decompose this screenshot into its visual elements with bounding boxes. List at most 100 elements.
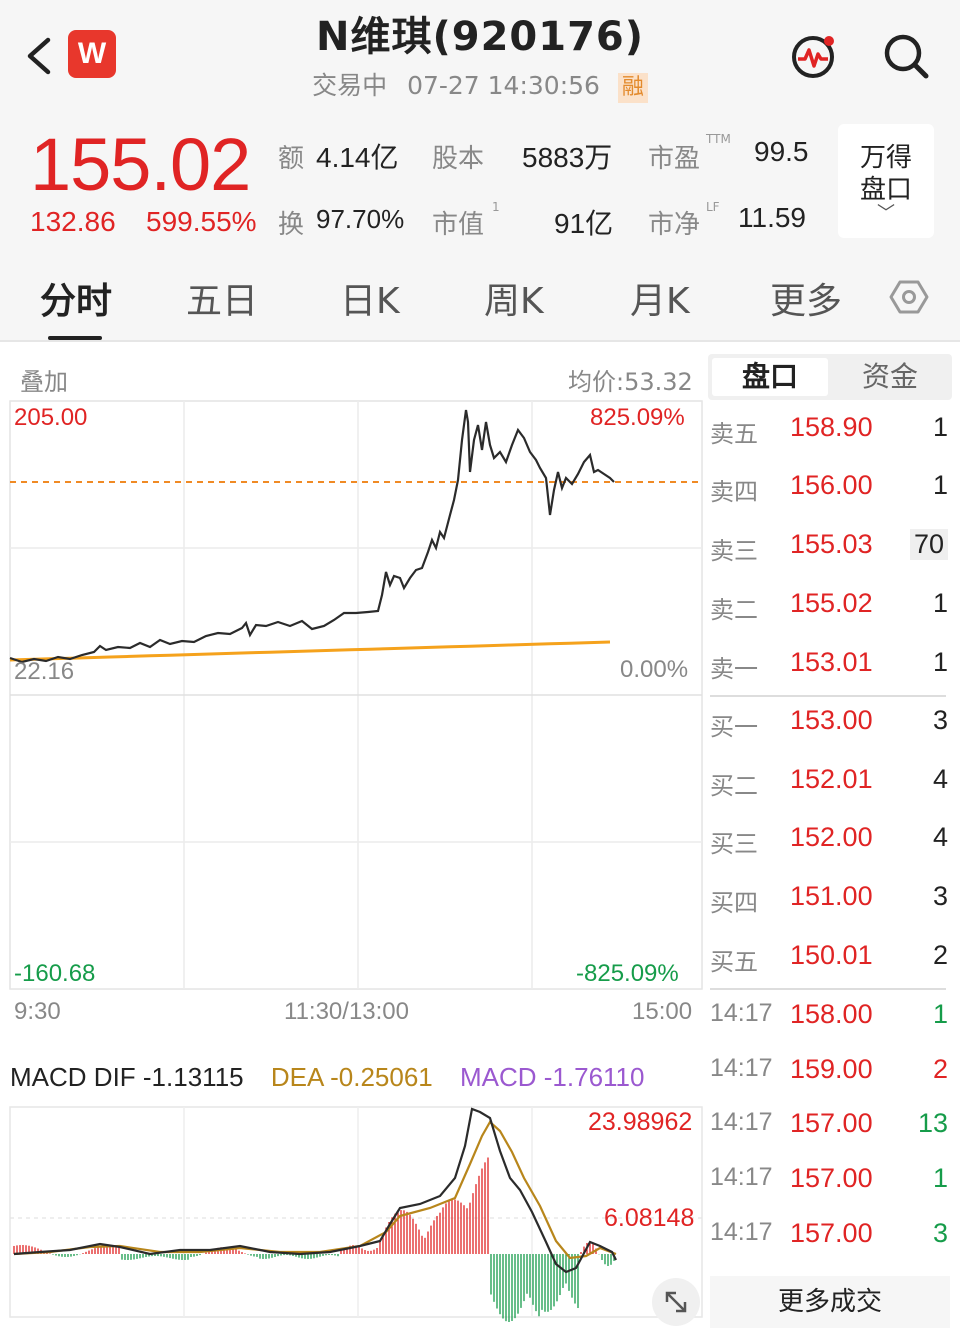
ask-price: 155.03 xyxy=(790,529,873,559)
tab-daily-k[interactable]: 日K xyxy=(340,272,400,324)
ask-volume: 1 xyxy=(932,470,948,500)
pb-sup: LF xyxy=(706,200,720,214)
period-tabs: 分时 五日 日K 周K 月K 更多 xyxy=(0,256,960,342)
bid-price: 152.01 xyxy=(790,764,873,794)
trade-volume: 1 xyxy=(932,999,948,1029)
macd-name: MACD xyxy=(10,1062,87,1092)
pe-label: 市盈 xyxy=(648,144,701,174)
ask-volume: 1 xyxy=(932,588,948,618)
tab-monthly-k[interactable]: 月K xyxy=(630,272,690,324)
search-icon[interactable] xyxy=(880,30,932,82)
dea-line xyxy=(13,1120,617,1260)
bid-row: 买五 150.01 2 xyxy=(708,934,952,984)
macd-chart[interactable] xyxy=(0,1106,706,1328)
wind-orderbook-button[interactable]: 万得 盘口 ﹀ xyxy=(838,124,934,238)
trade-volume: 2 xyxy=(932,1054,948,1084)
trade-price: 159.00 xyxy=(790,1054,873,1084)
ask-price: 158.90 xyxy=(790,412,873,442)
bid-row: 买二 152.01 4 xyxy=(708,758,952,808)
pe-value: 99.5 xyxy=(754,136,809,167)
trade-volume: 3 xyxy=(932,1218,948,1248)
price-line xyxy=(9,409,615,664)
tab-five-day[interactable]: 五日 xyxy=(186,272,258,324)
trade-row: 14:17 157.00 1 xyxy=(708,1157,952,1207)
y-axis-bottom-percent: -825.09% xyxy=(576,960,679,987)
trades-divider xyxy=(710,988,946,990)
ask-row: 卖二 155.02 1 xyxy=(708,582,952,632)
heartbeat-alert-icon[interactable] xyxy=(788,32,838,82)
macd-histogram xyxy=(13,1157,615,1322)
ask-price: 153.01 xyxy=(790,647,873,677)
active-tab-indicator xyxy=(48,336,102,340)
y-axis-top-percent: 825.09% xyxy=(590,404,685,431)
more-trades-button[interactable]: 更多成交 xyxy=(710,1276,950,1328)
trade-time: 14:17 xyxy=(710,1108,773,1136)
tab-capital-flow[interactable]: 资金 xyxy=(832,358,948,396)
ask-volume: 70 xyxy=(909,529,948,560)
bid-price: 152.00 xyxy=(790,822,873,852)
trade-volume: 1 xyxy=(932,1163,948,1193)
intraday-chart[interactable] xyxy=(0,400,706,990)
settings-hexagon-icon[interactable] xyxy=(888,276,930,318)
bid-row: 买一 153.00 3 xyxy=(708,699,952,749)
x-axis-end: 15:00 xyxy=(632,998,693,1025)
y-axis-mid-price: 22.16 xyxy=(14,658,75,685)
bid-row: 买四 151.00 3 xyxy=(708,875,952,925)
chevron-down-icon: ﹀ xyxy=(877,203,895,224)
trade-volume: 13 xyxy=(917,1108,948,1138)
tab-weekly-k[interactable]: 周K xyxy=(484,272,544,324)
macd-value: MACD -1.76110 xyxy=(459,1062,645,1092)
ask-label: 卖一 xyxy=(710,655,758,683)
bid-label: 买一 xyxy=(710,713,758,741)
macd-frame xyxy=(9,1106,703,1318)
bid-price: 153.00 xyxy=(790,705,873,735)
top-bar: W N维琪(920176) 交易中 07-27 14:30:56 融 xyxy=(0,0,960,112)
bid-row: 买三 152.00 4 xyxy=(708,816,952,866)
ask-volume: 1 xyxy=(932,647,948,677)
trade-row: 14:17 157.00 13 xyxy=(708,1102,952,1152)
bid-label: 买二 xyxy=(710,772,758,800)
ask-row: 卖一 153.01 1 xyxy=(708,641,952,691)
ask-label: 卖三 xyxy=(710,537,758,565)
chart-grid xyxy=(9,400,703,990)
bid-volume: 2 xyxy=(932,940,948,970)
trade-row: 14:17 158.00 1 xyxy=(708,993,952,1043)
bid-volume: 4 xyxy=(932,822,948,852)
orderbook-tabs: 盘口 资金 xyxy=(708,354,952,400)
macd-legend[interactable]: MACD DIF -1.13115 DEA -0.25061 MACD -1.7… xyxy=(10,1062,644,1093)
y-axis-top-price: 205.00 xyxy=(14,404,88,431)
bid-volume: 4 xyxy=(932,764,948,794)
trade-price: 157.00 xyxy=(790,1108,873,1138)
ask-label: 卖四 xyxy=(710,478,758,506)
bid-price: 150.01 xyxy=(790,940,873,970)
amount-value: 4.14亿 xyxy=(316,142,399,173)
last-price: 155.02 xyxy=(30,123,251,206)
pe-sup: TTM xyxy=(706,132,731,146)
macd-y-top: 23.98962 xyxy=(588,1108,693,1136)
expand-fullscreen-icon[interactable] xyxy=(652,1278,700,1326)
bid-label: 买三 xyxy=(710,830,758,858)
wind-orderbook-label-2: 盘口 xyxy=(859,175,912,205)
price-change-percent: 599.55% xyxy=(146,206,257,237)
overlay-button[interactable]: 叠加 xyxy=(20,362,68,397)
y-axis-mid-percent: 0.00% xyxy=(620,656,689,683)
trade-price: 157.00 xyxy=(790,1218,873,1248)
tab-orderbook[interactable]: 盘口 xyxy=(712,358,828,396)
tab-more[interactable]: 更多 xyxy=(770,272,842,324)
turnover-label: 换 xyxy=(278,210,305,240)
quote-panel: 155.02 132.86 599.55% 额 4.14亿 股本 5883万 市… xyxy=(0,112,960,256)
pb-label: 市净 xyxy=(648,210,701,240)
wind-orderbook-label-1: 万得 xyxy=(859,143,912,173)
amount-label: 额 xyxy=(278,144,305,174)
bid-volume: 3 xyxy=(932,705,948,735)
ask-label: 卖二 xyxy=(710,596,758,624)
bid-label: 买四 xyxy=(710,889,758,917)
macd-grid xyxy=(9,1106,703,1318)
trade-row: 14:17 159.00 2 xyxy=(708,1048,952,1098)
ask-row: 卖四 156.00 1 xyxy=(708,464,952,514)
x-axis-mid: 11:30/13:00 xyxy=(284,998,410,1025)
tab-intraday[interactable]: 分时 xyxy=(40,272,112,324)
trade-time: 14:17 xyxy=(710,999,773,1027)
bid-label: 买五 xyxy=(710,948,758,976)
mcap-label: 市值 xyxy=(432,210,485,240)
